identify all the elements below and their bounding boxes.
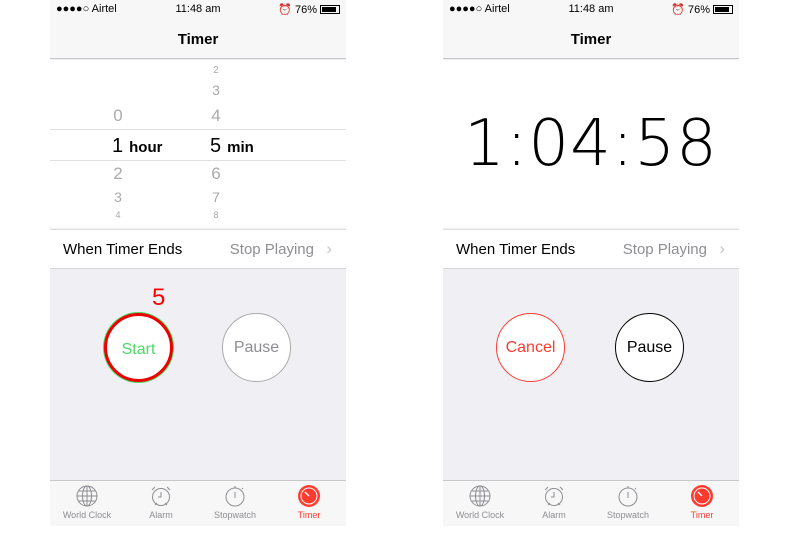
- page-title: Timer: [443, 20, 739, 59]
- pause-button[interactable]: Pause: [615, 313, 684, 382]
- start-button[interactable]: Start: [104, 313, 173, 382]
- pause-button[interactable]: Pause: [222, 313, 291, 382]
- timer-icon: [298, 485, 320, 507]
- battery-icon: [320, 5, 340, 14]
- tab-timer[interactable]: Timer: [665, 484, 739, 520]
- tab-stopwatch[interactable]: Stopwatch: [198, 484, 272, 520]
- hour-option[interactable]: 3: [114, 189, 122, 205]
- status-bar: ●●●●○ Airtel 11:48 am ⏰ 76%: [50, 0, 346, 20]
- timer-setup-screen: ●●●●○ Airtel 11:48 am ⏰ 76% Timer 0 2 3 4…: [50, 0, 346, 526]
- globe-icon: [76, 485, 98, 507]
- timer-running-screen: ●●●●○ Airtel 11:48 am ⏰ 76% Timer 1:04:58…: [443, 0, 739, 526]
- page-title: Timer: [50, 20, 346, 59]
- tab-stopwatch[interactable]: Stopwatch: [591, 484, 665, 520]
- countdown-display: 1:04:58: [443, 60, 739, 228]
- minute-option[interactable]: 7: [212, 189, 220, 205]
- hour-option[interactable]: 2: [113, 164, 122, 184]
- tab-alarm[interactable]: Alarm: [124, 484, 198, 520]
- alarm-clock-icon: [544, 486, 564, 506]
- battery-percent: 76%: [687, 3, 710, 16]
- when-timer-ends-row[interactable]: When Timer Ends Stop Playing ›: [443, 229, 739, 269]
- minute-option[interactable]: 3: [212, 82, 220, 98]
- annotation-number: 5: [152, 284, 166, 311]
- tab-bar: World Clock Alarm Stopwatch Timer: [443, 480, 739, 526]
- stopwatch-icon: [225, 486, 245, 507]
- chevron-right-icon: ›: [326, 239, 332, 258]
- timer-icon: [691, 485, 713, 507]
- alarm-clock-icon: [151, 486, 171, 506]
- globe-icon: [469, 485, 491, 507]
- status-bar: ●●●●○ Airtel 11:48 am ⏰ 76%: [443, 0, 739, 20]
- duration-picker[interactable]: 0 2 3 4 2 3 4 6 7 8 1 hour 5 min: [50, 60, 346, 228]
- chevron-right-icon: ›: [719, 239, 725, 258]
- tab-world-clock[interactable]: World Clock: [443, 484, 517, 520]
- alarm-icon: ⏰: [671, 4, 685, 16]
- hour-option[interactable]: 0: [113, 106, 122, 126]
- cancel-button[interactable]: Cancel: [496, 313, 565, 382]
- battery-percent: 76%: [294, 3, 317, 16]
- minute-option[interactable]: 8: [213, 210, 218, 220]
- alarm-icon: ⏰: [278, 4, 292, 16]
- hour-option[interactable]: 4: [115, 210, 120, 220]
- battery-icon: [713, 5, 733, 14]
- when-timer-ends-row[interactable]: When Timer Ends Stop Playing ›: [50, 229, 346, 269]
- minute-option[interactable]: 4: [211, 106, 220, 126]
- stopwatch-icon: [618, 486, 638, 507]
- tab-world-clock[interactable]: World Clock: [50, 484, 124, 520]
- minute-option[interactable]: 2: [213, 65, 219, 76]
- selected-hour[interactable]: 1 hour: [112, 135, 162, 158]
- minute-option[interactable]: 6: [211, 164, 220, 184]
- tab-alarm[interactable]: Alarm: [517, 484, 591, 520]
- selected-minute[interactable]: 5 min: [210, 135, 254, 158]
- tab-bar: World Clock Alarm Stopwatch Timer: [50, 480, 346, 526]
- tab-timer[interactable]: Timer: [272, 484, 346, 520]
